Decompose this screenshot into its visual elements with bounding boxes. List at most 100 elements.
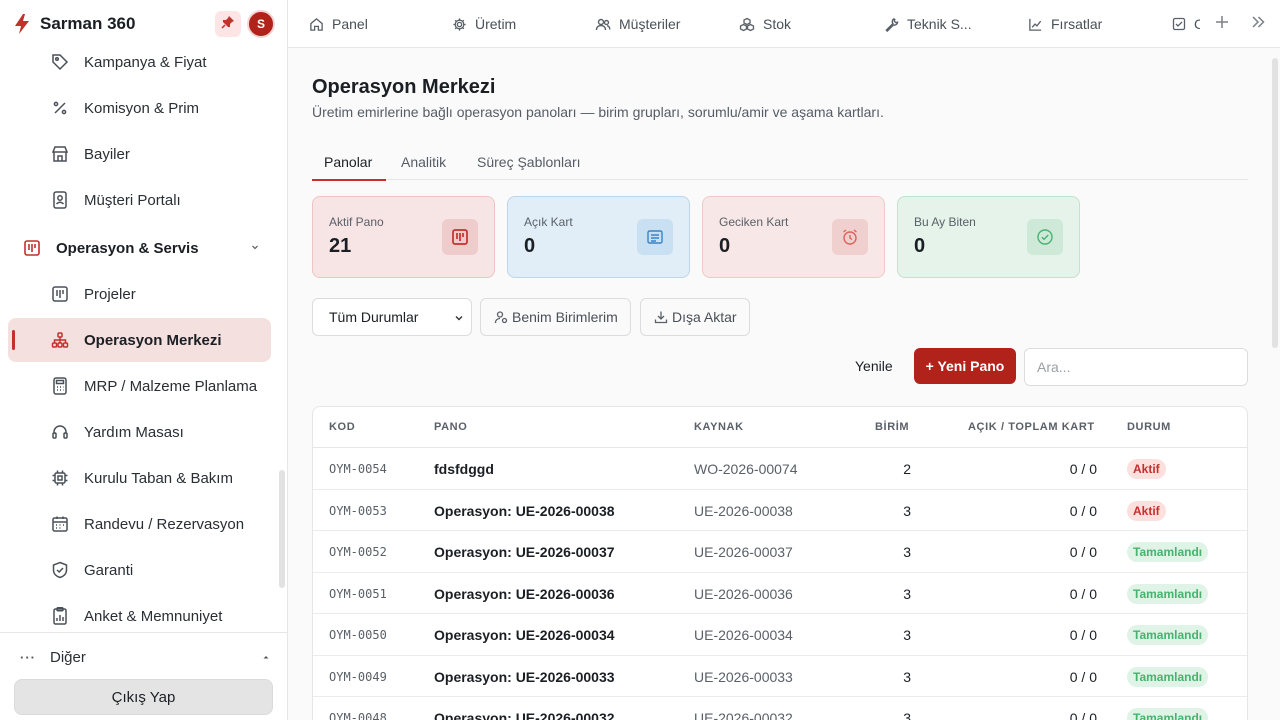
tab-panel[interactable]: Panel <box>308 0 368 47</box>
pin-button[interactable] <box>215 11 241 37</box>
tab-stok[interactable]: Stok <box>739 0 791 47</box>
kpi-card-open-cards: Açık Kart 0 <box>507 196 690 278</box>
sidebar-item-kurulu-taban[interactable]: Kurulu Taban & Bakım <box>8 456 271 500</box>
shield-icon <box>50 560 70 580</box>
table-row[interactable]: OYM-0050 Operasyon: UE-2026-00034 UE-2026-… <box>313 614 1247 656</box>
sidebar-item-musteri-portali[interactable]: Müşteri Portalı <box>8 178 271 222</box>
tab-label: Fırsatlar <box>1051 16 1103 32</box>
cell-source[interactable]: UE-2026-00033 <box>694 669 793 685</box>
top-nav: Panel Üretim Müşteriler Stok Teknik S...… <box>288 0 1280 48</box>
sidebar-item-operasyon-merkezi[interactable]: Operasyon Merkezi <box>8 318 271 362</box>
my-units-label: Benim Birimlerim <box>512 309 618 325</box>
tab-firsatlar[interactable]: Fırsatlar <box>1027 0 1103 47</box>
sidebar-item-yardim[interactable]: Yardım Masası <box>8 410 271 454</box>
status-badge: Aktif <box>1127 500 1166 521</box>
tab-label: Panolar <box>324 154 373 170</box>
sidebar-item-label: Müşteri Portalı <box>84 191 181 209</box>
sidebar-item-projeler[interactable]: Projeler <box>8 272 271 316</box>
kanban-icon <box>442 219 478 255</box>
sidebar-scrollbar[interactable] <box>279 470 285 588</box>
export-label: Dışa Aktar <box>672 309 737 325</box>
cell-source[interactable]: UE-2026-00034 <box>694 627 793 643</box>
cell-source[interactable]: UE-2026-00032 <box>694 710 793 720</box>
tab-uretim[interactable]: Üretim <box>451 0 516 47</box>
wrench-icon <box>883 16 899 32</box>
sidebar-section-operasyon[interactable]: Operasyon & Servis <box>8 226 271 270</box>
add-tab-button[interactable] <box>1212 14 1232 34</box>
cell-units: 2 <box>903 461 911 477</box>
table-row[interactable]: OYM-0052 Operasyon: UE-2026-00037 UE-2026-… <box>313 531 1247 573</box>
cell-cards: 0 / 0 <box>1069 585 1097 602</box>
status-badge: Tamamlandı <box>1127 583 1209 604</box>
cell-board[interactable]: fdsfdggd <box>434 461 494 477</box>
tab-truncated[interactable]: C <box>1172 0 1200 47</box>
cell-board[interactable]: Operasyon: UE-2026-00034 <box>434 627 615 643</box>
cell-board[interactable]: Operasyon: UE-2026-00036 <box>434 586 615 602</box>
tab-surec-sablonlari[interactable]: Süreç Şablonları <box>477 144 581 180</box>
sidebar-item-randevu[interactable]: Randevu / Rezervasyon <box>8 502 271 546</box>
avatar[interactable]: S <box>247 10 275 38</box>
sidebar-item-bayiler[interactable]: Bayiler <box>8 132 271 176</box>
tab-analitik[interactable]: Analitik <box>401 144 446 180</box>
tab-label: Panel <box>332 16 368 32</box>
brand[interactable]: Sarman 360 <box>0 0 287 48</box>
sidebar-item-garanti[interactable]: Garanti <box>8 548 271 592</box>
logout-button[interactable]: Çıkış Yap <box>14 679 273 715</box>
kpi-label: Aktif Pano <box>329 215 384 229</box>
calculator-icon <box>50 376 70 396</box>
user-gear-icon <box>493 309 509 325</box>
refresh-button[interactable]: Yenile <box>855 358 893 374</box>
main-scrollbar-thumb[interactable] <box>1272 58 1278 348</box>
cell-units: 3 <box>903 710 911 720</box>
tab-label: Teknik S... <box>907 16 972 32</box>
kpi-value: 0 <box>914 235 926 257</box>
other-menu-toggle[interactable]: ··· Diğer <box>12 641 275 673</box>
sidebar-item-anket[interactable]: Anket & Memnuniyet <box>8 594 271 632</box>
cell-source[interactable]: WO-2026-00074 <box>694 461 798 477</box>
table-row[interactable]: OYM-0051 Operasyon: UE-2026-00036 UE-2026-… <box>313 573 1247 614</box>
sidebar-item-komisyon[interactable]: Komisyon & Prim <box>8 86 271 130</box>
cell-board[interactable]: Operasyon: UE-2026-00038 <box>434 503 615 519</box>
more-tabs-button[interactable] <box>1248 14 1268 34</box>
main-scrollbar[interactable] <box>1272 48 1280 720</box>
cell-board[interactable]: Operasyon: UE-2026-00037 <box>434 544 615 560</box>
kpi-value: 0 <box>719 235 731 257</box>
boxes-icon <box>739 16 755 32</box>
cell-cards: 0 / 0 <box>1069 668 1097 685</box>
store-icon <box>50 144 70 164</box>
table-row[interactable]: OYM-0054 fdsfdggd WO-2026-00074 2 0 / 0 Aktif <box>313 448 1247 490</box>
table-row[interactable]: OYM-0053 Operasyon: UE-2026-00038 UE-2026-… <box>313 490 1247 531</box>
column-header-source[interactable]: KAYNAK <box>694 421 744 433</box>
content-tabs: Panolar Analitik Süreç Şablonları <box>312 144 1248 181</box>
sidebar-item-mrp[interactable]: MRP / Malzeme Planlama <box>8 364 271 408</box>
plus-icon <box>1214 14 1230 35</box>
kpi-value: 21 <box>329 235 352 257</box>
chevron-down-icon <box>248 240 262 254</box>
kpi-label: Bu Ay Biten <box>914 215 976 229</box>
download-icon <box>653 309 669 325</box>
cell-units: 3 <box>903 544 911 560</box>
my-units-button[interactable]: Benim Birimlerim <box>480 298 631 336</box>
column-header-status[interactable]: DURUM <box>1127 421 1171 433</box>
tab-panolar[interactable]: Panolar <box>312 144 386 181</box>
column-header-cards[interactable]: AÇIK / TOPLAM KART <box>968 421 1095 433</box>
chevron-up-icon <box>260 650 272 664</box>
cell-board[interactable]: Operasyon: UE-2026-00033 <box>434 669 615 685</box>
cell-source[interactable]: UE-2026-00037 <box>694 544 793 560</box>
cell-source[interactable]: UE-2026-00038 <box>694 503 793 519</box>
table-row[interactable]: OYM-0048 Operasyon: UE-2026-00032 UE-2026-… <box>313 697 1247 720</box>
cell-board[interactable]: Operasyon: UE-2026-00032 <box>434 710 615 720</box>
search-input[interactable] <box>1024 348 1248 386</box>
column-header-board[interactable]: PANO <box>434 421 467 433</box>
table-row[interactable]: OYM-0049 Operasyon: UE-2026-00033 UE-2026-… <box>313 656 1247 697</box>
sidebar-item-kampanya[interactable]: Kampanya & Fiyat <box>8 48 271 84</box>
cell-code: OYM-0050 <box>329 628 387 642</box>
tab-teknik-servis[interactable]: Teknik S... <box>883 0 972 47</box>
column-header-units[interactable]: BİRİM <box>875 421 909 433</box>
status-filter-select[interactable]: Tüm Durumlar <box>312 298 472 336</box>
column-header-code[interactable]: KOD <box>329 421 355 433</box>
new-board-button[interactable]: + Yeni Pano <box>914 348 1016 384</box>
cell-source[interactable]: UE-2026-00036 <box>694 586 793 602</box>
export-button[interactable]: Dışa Aktar <box>640 298 750 336</box>
tab-musteriler[interactable]: Müşteriler <box>595 0 680 47</box>
